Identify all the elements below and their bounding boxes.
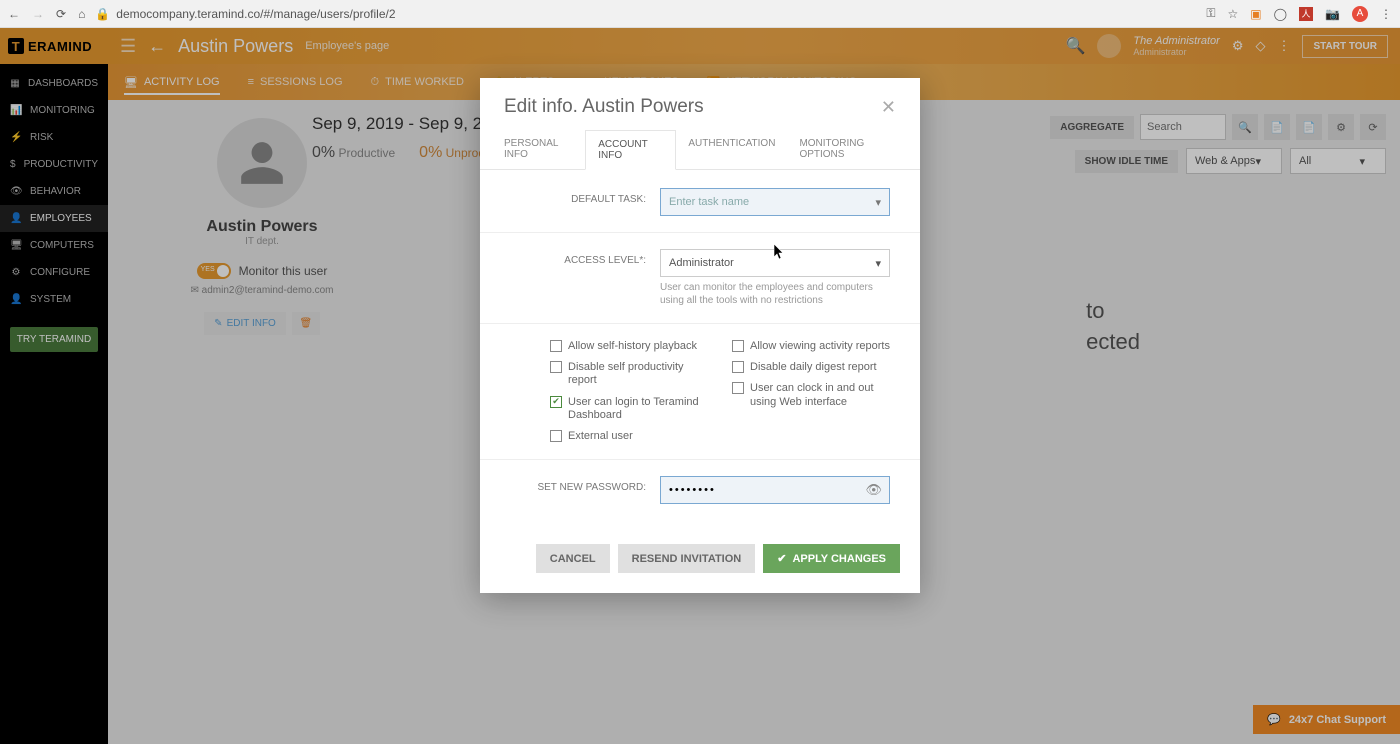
checkbox-user-can-login-to-teramind-das[interactable]: ✔User can login to Teramind Dashboard <box>550 396 708 422</box>
access-level-help: User can monitor the employees and compu… <box>660 281 890 307</box>
ext-icon-4[interactable]: 📷 <box>1325 7 1340 21</box>
eye-icon[interactable]: 👁 <box>865 482 882 498</box>
edit-info-modal: Edit info. Austin Powers ✕ PERSONAL INFO… <box>480 78 920 593</box>
chevron-down-icon: ▾ <box>875 196 881 209</box>
access-level-label: ACCESS LEVEL*: <box>510 249 660 266</box>
resend-invitation-button[interactable]: RESEND INVITATION <box>618 544 756 573</box>
apply-changes-button[interactable]: ✔APPLY CHANGES <box>763 544 900 573</box>
ext-icon-1[interactable]: ▣ <box>1250 7 1261 21</box>
modal-tab-monitoring-options[interactable]: MONITORING OPTIONS <box>787 130 908 169</box>
browser-chrome: ← → ⟳ ⌂ 🔒 democompany.teramind.co/#/mana… <box>0 0 1400 28</box>
menu-dots-icon[interactable]: ⋮ <box>1380 7 1392 21</box>
checkbox-disable-self-productivity-repo[interactable]: Disable self productivity report <box>550 361 708 387</box>
key-icon[interactable]: ⚿ <box>1206 6 1215 21</box>
checkbox-icon <box>550 361 562 373</box>
checkbox-disable-daily-digest-report[interactable]: Disable daily digest report <box>732 361 890 374</box>
nav-home-icon[interactable]: ⌂ <box>78 7 85 21</box>
nav-forward-icon[interactable]: → <box>32 7 44 21</box>
checkbox-icon <box>732 361 744 373</box>
checkbox-icon <box>550 340 562 352</box>
modal-title: Edit info. Austin Powers <box>504 96 704 118</box>
ext-icon-3[interactable]: 人 <box>1299 7 1313 21</box>
modal-tab-authentication[interactable]: AUTHENTICATION <box>676 130 787 169</box>
modal-tab-personal-info[interactable]: PERSONAL INFO <box>492 130 585 169</box>
url-text: democompany.teramind.co/#/manage/users/p… <box>116 7 395 21</box>
ext-icon-2[interactable]: ◯ <box>1274 7 1287 21</box>
checkbox-external-user[interactable]: External user <box>550 430 708 443</box>
checkbox-icon <box>732 382 744 394</box>
modal-tabs: PERSONAL INFOACCOUNT INFOAUTHENTICATIONM… <box>480 130 920 170</box>
chevron-down-icon: ▾ <box>875 257 881 270</box>
checkbox-icon <box>550 430 562 442</box>
profile-avatar-icon[interactable]: A <box>1352 6 1368 22</box>
default-task-select[interactable]: Enter task name ▾ <box>660 188 890 216</box>
password-label: SET NEW PASSWORD: <box>510 476 660 493</box>
lock-icon: 🔒 <box>95 7 110 21</box>
checkbox-icon <box>732 340 744 352</box>
modal-tab-account-info[interactable]: ACCOUNT INFO <box>585 130 676 170</box>
close-icon[interactable]: ✕ <box>881 97 896 118</box>
cancel-button[interactable]: CANCEL <box>536 544 610 573</box>
check-icon: ✔ <box>777 552 786 565</box>
checkbox-user-can-clock-in-and-out-usin[interactable]: User can clock in and out using Web inte… <box>732 382 890 408</box>
checkbox-allow-viewing-activity-reports[interactable]: Allow viewing activity reports <box>732 340 890 353</box>
star-icon[interactable]: ☆ <box>1228 7 1239 21</box>
checkbox-allow-self-history-playback[interactable]: Allow self-history playback <box>550 340 708 353</box>
access-level-select[interactable]: Administrator ▾ <box>660 249 890 277</box>
password-input[interactable] <box>660 476 890 504</box>
default-task-label: DEFAULT TASK: <box>510 188 660 205</box>
nav-reload-icon[interactable]: ⟳ <box>56 7 66 21</box>
checkbox-icon: ✔ <box>550 396 562 408</box>
nav-back-icon[interactable]: ← <box>8 7 20 21</box>
